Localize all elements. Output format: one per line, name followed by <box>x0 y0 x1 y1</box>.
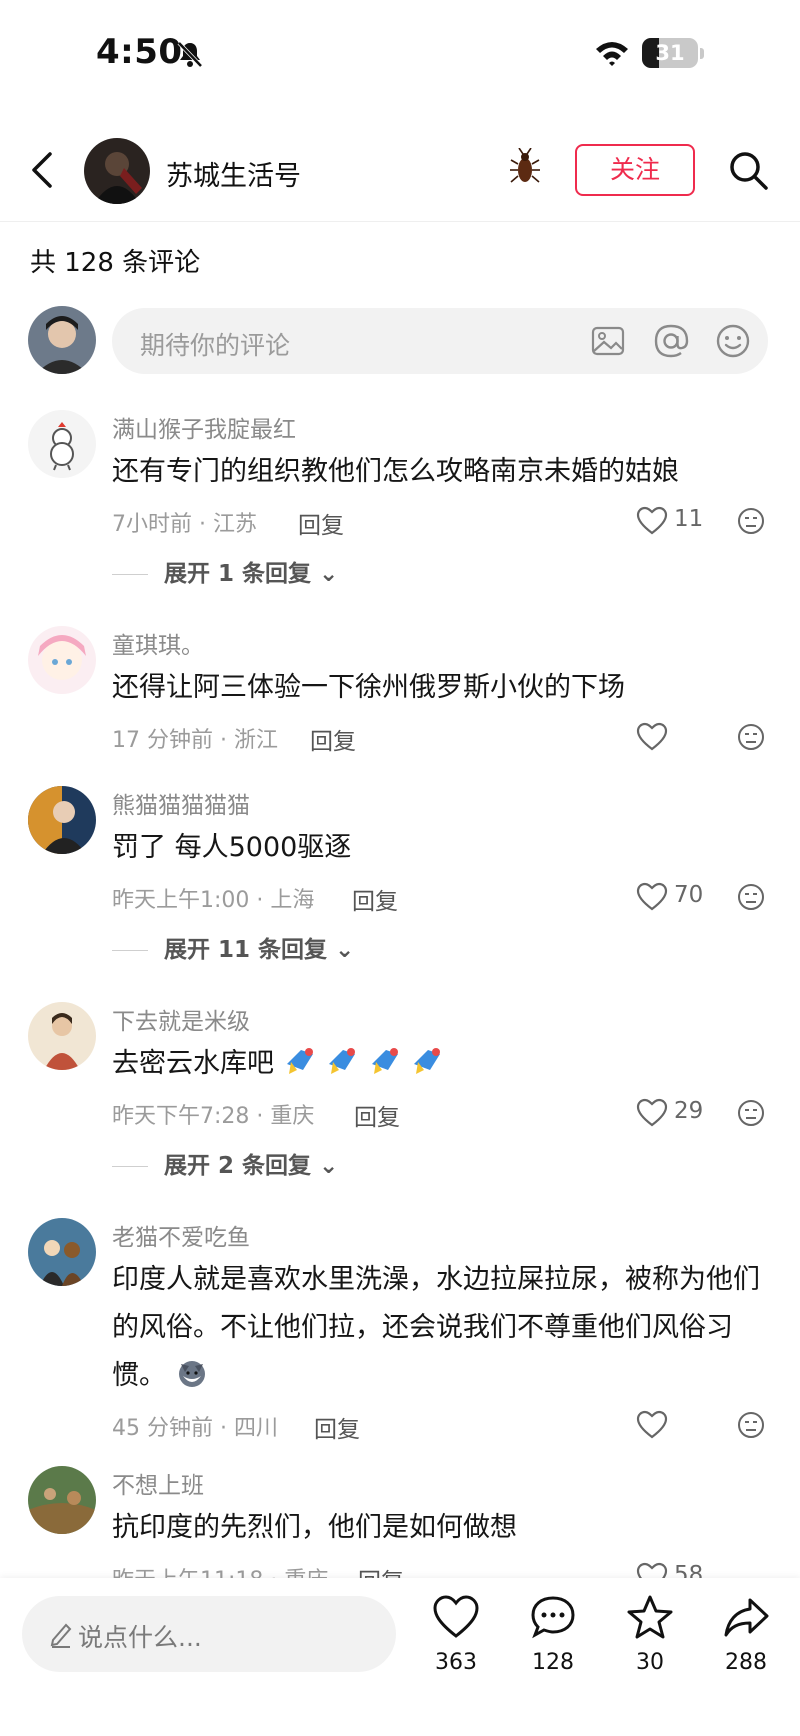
comment-username[interactable]: 不想上班 <box>112 1466 204 1500</box>
commenter-avatar[interactable] <box>28 410 96 478</box>
comment-text: 罚了 每人5000驱逐 <box>112 832 352 863</box>
comment-username[interactable]: 下去就是米级 <box>112 1002 250 1036</box>
commenter-avatar[interactable] <box>28 626 96 694</box>
dislike-icon[interactable] <box>736 1098 766 1128</box>
comment-text: 去密云水库吧 <box>112 1040 772 1088</box>
header: 苏城生活号 关注 <box>0 118 800 222</box>
back-icon[interactable] <box>26 148 58 192</box>
comment-like-button[interactable]: 11 <box>636 504 716 540</box>
comment-button[interactable]: 128 <box>513 1594 593 1694</box>
follow-button[interactable]: 关注 <box>575 144 695 196</box>
say-something-input[interactable]: 说点什么... <box>22 1596 396 1672</box>
comment-username[interactable]: 熊猫猫猫猫猫 <box>112 786 250 820</box>
commenter-avatar[interactable] <box>28 1466 96 1534</box>
wifi-icon <box>596 42 628 66</box>
status-time: 4:50 <box>96 32 183 72</box>
favorite-count: 30 <box>636 1650 664 1675</box>
husky-emoji-icon <box>178 1361 205 1387</box>
cockroach-icon <box>510 148 540 183</box>
like-count: 70 <box>674 882 704 908</box>
heart-icon <box>636 1410 668 1439</box>
share-button[interactable]: 288 <box>706 1594 786 1694</box>
star-icon <box>627 1595 673 1639</box>
comment-like-button[interactable]: 29 <box>636 1096 716 1132</box>
battery-indicator: 31 <box>642 38 704 70</box>
like-count: 29 <box>674 1098 704 1124</box>
bell-muted-icon <box>177 41 203 68</box>
comment-count: 共 128 条评论 <box>30 248 201 278</box>
comment-username[interactable]: 满山猴子我腚最红 <box>112 410 296 444</box>
reply-button[interactable]: 回复 <box>310 722 356 756</box>
image-icon[interactable] <box>590 323 626 359</box>
like-button[interactable]: 363 <box>416 1594 496 1694</box>
status-bar: 4:50 31 <box>0 0 800 110</box>
comment-input[interactable]: 期待你的评论 <box>112 308 768 374</box>
emoji-icon[interactable] <box>714 322 752 360</box>
comment-input-placeholder: 期待你的评论 <box>140 331 291 360</box>
comment-username[interactable]: 老猫不爱吃鱼 <box>112 1218 250 1252</box>
comment-meta: 17 分钟前 · 浙江 <box>112 728 278 753</box>
dislike-icon[interactable] <box>736 506 766 536</box>
reply-button[interactable]: 回复 <box>314 1410 360 1444</box>
pencil-icon <box>50 1623 72 1648</box>
heart-icon <box>636 882 668 911</box>
dislike-icon[interactable] <box>736 882 766 912</box>
like-count: 11 <box>674 506 704 532</box>
comment-like-button[interactable] <box>636 1408 716 1444</box>
dislike-icon[interactable] <box>736 722 766 752</box>
bottom-bar: 说点什么... 363 128 30 288 <box>0 1578 800 1736</box>
comment-meta: 昨天下午7:28 · 重庆 <box>112 1104 315 1129</box>
reply-button[interactable]: 回复 <box>352 882 398 916</box>
heart-icon <box>636 506 668 535</box>
expand-replies-button[interactable]: 展开 11 条回复 ⌄ <box>112 930 354 964</box>
comment-meta: 7小时前 · 江苏 <box>112 512 257 537</box>
mention-icon[interactable] <box>652 322 690 360</box>
search-icon[interactable] <box>726 148 770 192</box>
reply-button[interactable]: 回复 <box>298 506 344 540</box>
dislike-icon[interactable] <box>736 1410 766 1440</box>
comment-bubble-icon <box>531 1596 575 1639</box>
commenter-avatar[interactable] <box>28 1002 96 1070</box>
comment-text: 还得让阿三体验一下徐州俄罗斯小伙的下场 <box>112 672 625 703</box>
running-emoji-icon <box>371 1048 398 1074</box>
comment-text: 抗印度的先烈们，他们是如何做想 <box>112 1512 517 1543</box>
account-name[interactable]: 苏城生活号 <box>166 154 301 193</box>
comment-like-button[interactable] <box>636 720 716 756</box>
heart-icon <box>433 1595 479 1638</box>
comment-like-button[interactable]: 70 <box>636 880 716 916</box>
say-something-placeholder: 说点什么... <box>78 1623 202 1652</box>
expand-replies-button[interactable]: 展开 2 条回复 ⌄ <box>112 1146 338 1180</box>
share-count: 288 <box>725 1650 767 1675</box>
commenter-avatar[interactable] <box>28 786 96 854</box>
commenter-avatar[interactable] <box>28 1218 96 1286</box>
expand-replies-button[interactable]: 展开 1 条回复 ⌄ <box>112 554 338 588</box>
running-emoji-icon <box>329 1048 356 1074</box>
comment-meta: 45 分钟前 · 四川 <box>112 1416 278 1441</box>
comment-meta: 昨天上午1:00 · 上海 <box>112 888 315 913</box>
running-emoji-icon <box>414 1048 441 1074</box>
favorite-button[interactable]: 30 <box>610 1594 690 1694</box>
reply-button[interactable]: 回复 <box>354 1098 400 1132</box>
comment-text: 印度人就是喜欢水里洗澡，水边拉屎拉尿，被称为他们的风俗。不让他们拉，还会说我们不… <box>112 1264 760 1391</box>
account-avatar[interactable] <box>84 138 150 204</box>
comment-count-bottom: 128 <box>532 1650 574 1675</box>
like-count: 363 <box>435 1650 477 1675</box>
heart-icon <box>636 722 668 751</box>
battery-level: 31 <box>655 41 685 65</box>
comment-username[interactable]: 童琪琪。 <box>112 626 204 660</box>
heart-icon <box>636 1098 668 1127</box>
running-emoji-icon <box>286 1048 313 1074</box>
my-avatar <box>28 306 96 374</box>
share-icon <box>724 1598 769 1637</box>
comment-text: 还有专门的组织教他们怎么攻略南京未婚的姑娘 <box>112 456 679 487</box>
